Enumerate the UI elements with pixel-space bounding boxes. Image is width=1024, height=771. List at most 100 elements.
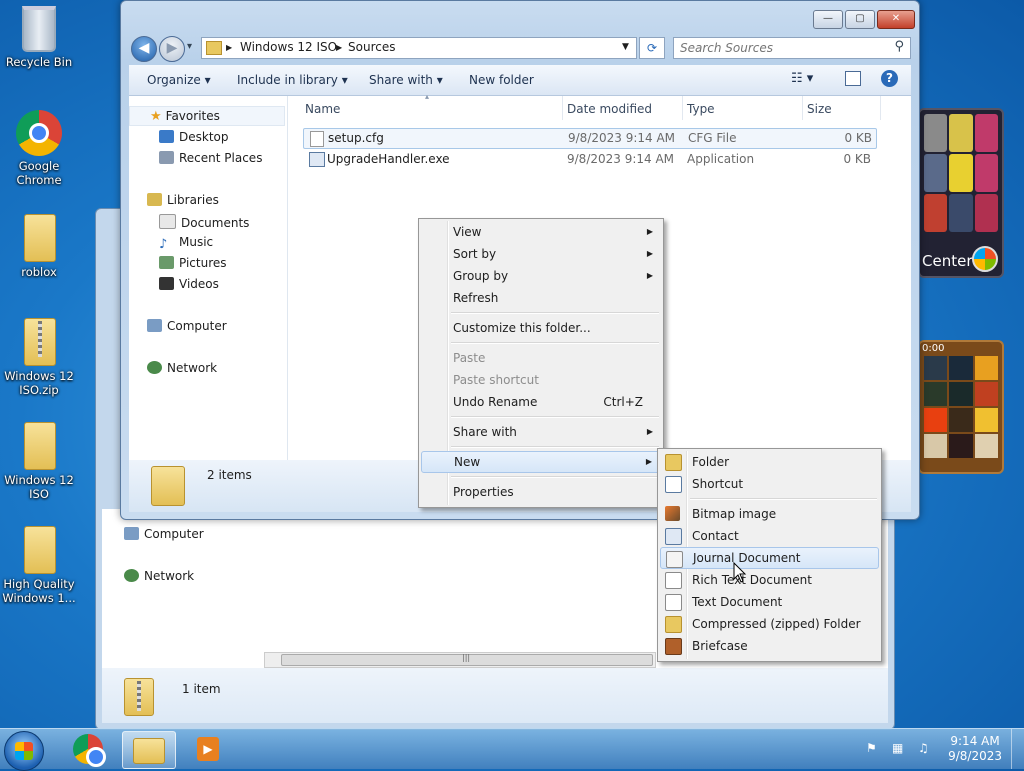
close-button[interactable]: ✕ [877, 10, 915, 29]
nav-item-music[interactable]: ♪ Music [159, 235, 213, 252]
menu-item-new-zip[interactable]: Compressed (zipped) Folder [660, 613, 879, 635]
clock[interactable]: 9:14 AM 9/8/2023 [948, 734, 1002, 764]
menu-item-new-shortcut[interactable]: Shortcut [660, 473, 879, 495]
taskbar-chrome[interactable] [62, 731, 114, 767]
nav-item-documents[interactable]: Documents [159, 214, 249, 230]
menu-item-share-with[interactable]: Share with ▶ [421, 421, 661, 443]
include-in-library-button[interactable]: Include in library ▾ [237, 73, 348, 87]
minimize-button[interactable]: — [813, 10, 843, 29]
menu-item-new-rtf[interactable]: Rich Text Document [660, 569, 879, 591]
search-input[interactable] [674, 38, 882, 58]
nav-item-favorites[interactable]: ★ Favorites [129, 106, 285, 126]
nav-item-computer[interactable]: Computer [124, 527, 204, 541]
desktop-icon-windows-12-iso-zip[interactable]: Windows 12 ISO.zip [2, 318, 76, 397]
forward-button[interactable]: ▶ [159, 36, 185, 62]
puzzle-tiles[interactable] [920, 352, 1002, 462]
action-center-icon[interactable]: ⚑ [866, 741, 880, 755]
menu-item-new-contact[interactable]: Contact [660, 525, 879, 547]
help-icon[interactable]: ? [881, 70, 898, 87]
menu-item-group-by[interactable]: Group by ▶ [421, 265, 661, 287]
address-dropdown-icon[interactable]: ▼ [622, 42, 629, 52]
nav-label: Network [167, 361, 218, 375]
item-count: 1 item [182, 682, 221, 696]
nav-label: Computer [144, 527, 204, 541]
nav-item-computer[interactable]: Computer [147, 319, 227, 333]
show-desktop-button[interactable] [1011, 729, 1024, 769]
taskbar-explorer[interactable] [122, 731, 176, 769]
picture-puzzle-gadget[interactable]: 0:00 [918, 340, 1004, 474]
menu-item-new-bitmap[interactable]: Bitmap image [660, 503, 879, 525]
menu-item-paste[interactable]: Paste [421, 347, 661, 369]
desktop-icon-google-chrome[interactable]: Google Chrome [2, 110, 76, 187]
breadcrumb-item[interactable]: Sources [348, 40, 395, 54]
zip-folder-icon [24, 318, 56, 366]
menu-item-new-journal[interactable]: Journal Document [660, 547, 879, 569]
breadcrumb-arrow-icon[interactable]: ▶ [336, 43, 342, 52]
recent-pages-dropdown[interactable]: ▾ [187, 41, 192, 52]
nav-item-libraries[interactable]: Libraries [147, 193, 219, 207]
nav-item-pictures[interactable]: Pictures [159, 256, 227, 270]
media-center-label: Center [922, 252, 973, 270]
nav-item-network[interactable]: Network [147, 361, 217, 375]
menu-item-view[interactable]: View ▶ [421, 221, 661, 243]
share-with-button[interactable]: Share with ▾ [369, 73, 443, 87]
maximize-button[interactable]: ▢ [845, 10, 875, 29]
view-options-icon[interactable]: ☷ ▾ [791, 71, 813, 86]
column-header-date[interactable]: Date modified [563, 96, 683, 120]
menu-item-new-briefcase[interactable]: Briefcase [660, 635, 879, 657]
menu-item-new-text[interactable]: Text Document [660, 591, 879, 613]
menu-item-new[interactable]: New ▶ [421, 451, 661, 473]
file-size: 0 KB [844, 131, 872, 145]
item-count: 2 items [207, 468, 252, 482]
submenu-arrow-icon: ▶ [646, 249, 653, 258]
desktop-icon-high-quality-windows[interactable]: High Quality Windows 1... [2, 526, 76, 605]
address-bar[interactable]: ▶ Windows 12 ISO ▶ Sources ▼ [201, 37, 637, 59]
nav-item-videos[interactable]: Videos [159, 277, 219, 291]
menu-item-sort-by[interactable]: Sort by ▶ [421, 243, 661, 265]
journal-icon [666, 551, 683, 568]
menu-item-customize[interactable]: Customize this folder... [421, 317, 661, 339]
media-center-gadget[interactable]: Center [918, 108, 1004, 278]
column-header-size[interactable]: Size [803, 96, 881, 120]
new-folder-button[interactable]: New folder [469, 73, 534, 87]
network-icon[interactable]: ▦ [892, 741, 906, 755]
taskbar-media-player[interactable]: ▶ [182, 731, 234, 767]
scrollbar-thumb[interactable]: ||| [281, 653, 653, 666]
windows-orb-icon [972, 246, 998, 272]
file-row[interactable]: UpgradeHandler.exe 9/8/2023 9:14 AM Appl… [303, 150, 875, 169]
desktop-icon-roblox[interactable]: roblox [2, 214, 76, 279]
column-header-name[interactable]: Name [301, 96, 563, 120]
desktop-icon-recycle-bin[interactable]: Recycle Bin [2, 6, 76, 69]
preview-pane-icon[interactable] [845, 71, 861, 86]
search-icon[interactable]: ⚲ [894, 39, 904, 54]
file-row[interactable]: setup.cfg 9/8/2023 9:14 AM CFG File 0 KB [303, 128, 877, 149]
menu-item-paste-shortcut[interactable]: Paste shortcut [421, 369, 661, 391]
menu-item-undo-rename[interactable]: Undo Rename Ctrl+Z [421, 391, 661, 413]
chrome-icon [73, 734, 106, 767]
breadcrumb-item[interactable]: Windows 12 ISO [240, 40, 337, 54]
desktop-icon-windows-12-iso[interactable]: Windows 12 ISO [2, 422, 76, 501]
refresh-icon[interactable]: ⟳ [639, 37, 665, 59]
star-icon: ★ [150, 109, 162, 124]
file-name: UpgradeHandler.exe [327, 152, 450, 166]
menu-item-properties[interactable]: Properties [421, 481, 661, 503]
videos-icon [159, 277, 174, 290]
scrollbar-grip: ||| [462, 653, 471, 662]
search-box[interactable]: ⚲ [673, 37, 911, 59]
menu-item-new-folder[interactable]: Folder [660, 451, 879, 473]
nav-item-desktop[interactable]: Desktop [159, 130, 229, 144]
breadcrumb-arrow-icon[interactable]: ▶ [226, 43, 232, 52]
volume-icon[interactable]: ♫ [918, 741, 932, 755]
menu-item-refresh[interactable]: Refresh [421, 287, 661, 309]
organize-button[interactable]: Organize ▾ [147, 73, 211, 87]
back-button[interactable]: ◀ [131, 36, 157, 62]
menu-label: View [453, 225, 482, 239]
nav-item-recent-places[interactable]: Recent Places [159, 151, 262, 165]
horizontal-scrollbar[interactable]: ||| [264, 652, 656, 668]
start-button[interactable] [4, 731, 44, 771]
column-header-type[interactable]: Type [683, 96, 803, 120]
context-menu: View ▶ Sort by ▶ Group by ▶ Refresh Customi… [418, 218, 664, 508]
nav-item-network[interactable]: Network [124, 569, 194, 583]
submenu-arrow-icon: ▶ [646, 271, 653, 280]
command-bar: Organize ▾ Include in library ▾ Share wi… [129, 65, 911, 96]
